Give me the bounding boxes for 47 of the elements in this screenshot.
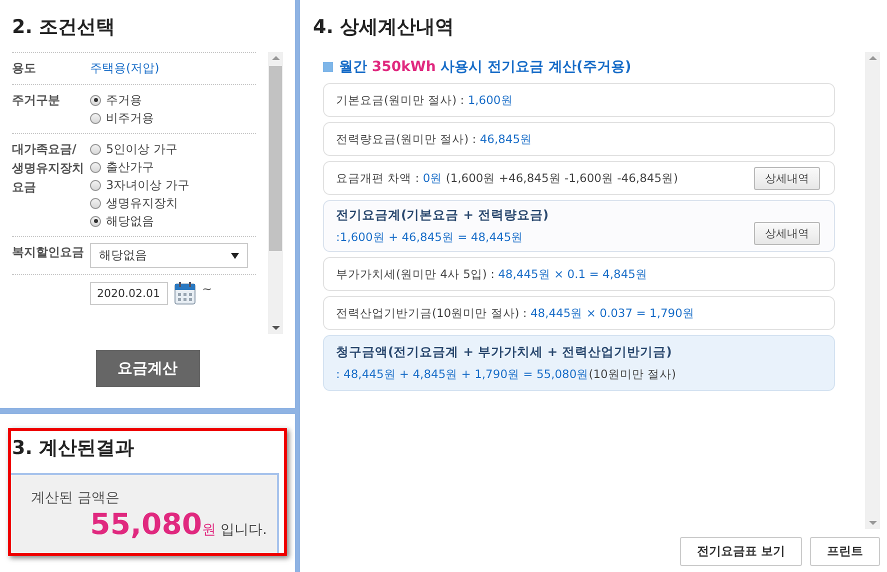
action-button[interactable]: 전기요금표 보기 [680, 537, 802, 566]
radio-option[interactable]: 출산가구 [90, 158, 256, 176]
radio-option[interactable]: 해당없음 [90, 212, 256, 230]
detail-text: 부가가치세(원미만 4사 5입) : 48,445원 × 0.1 = 4,845원 [336, 266, 648, 282]
radio-icon[interactable] [90, 216, 101, 226]
detail-text: :1,600원 + 46,845원 = 48,445원 [336, 230, 524, 245]
radio-icon[interactable] [90, 198, 101, 208]
field-label: 주거구분 [12, 93, 60, 107]
calculate-button[interactable]: 요금계산 [96, 350, 200, 387]
detail-heading: 전기요금계(기본요금 + 전력량요금) [336, 207, 549, 224]
radio-icon[interactable] [90, 112, 101, 124]
radio-icon[interactable] [90, 94, 101, 106]
radio-icon[interactable] [90, 162, 101, 172]
radio-icon[interactable] [90, 144, 101, 154]
radio-option[interactable]: 3자녀이상 가구 [90, 176, 256, 194]
detail-text: 전력량요금(원미만 절사) : 46,845원 [336, 132, 532, 146]
welfare-dropdown[interactable]: 해당없음 [90, 243, 248, 268]
radio-icon[interactable] [90, 180, 101, 190]
calendar-icon[interactable] [174, 281, 196, 305]
scrollbar[interactable] [865, 52, 880, 529]
detail-text: : 48,445원 + 4,845원 + 1,790원 = 55,080원(10원미만 절사) [336, 367, 676, 382]
field-label: 용도 [12, 61, 36, 75]
detail-text: 전력산업기반기금(10원미만 절사) : 48,445원 × 0.037 = 1,790원 [336, 306, 694, 320]
radio-option[interactable]: 주거용 [90, 91, 256, 109]
detail-text: 요금개편 차액 : 0원 (1,600원 +46,845원 -1,600원 -46,845원) [336, 170, 678, 186]
date-field[interactable]: 2020.02.01 [90, 282, 168, 304]
section-heading: 4. 상세계산내역 [313, 15, 456, 40]
radio-option[interactable]: 생명유지장치 [90, 194, 256, 212]
result-amount: 55,080원 입니다. [89, 507, 267, 541]
action-button[interactable]: 프린트 [810, 537, 880, 566]
calculation-title: 월간 350kWh 사용시 전기요금 계산(주거용) [339, 58, 632, 76]
field-label: 대가족요금/생명유지장치요금 [12, 142, 84, 194]
details-button[interactable]: 상세내역 [754, 166, 820, 190]
detail-text: 기본요금(원미만 절사) : 1,600원 [336, 92, 513, 108]
result-intro: 계산된 금액은 [31, 489, 120, 507]
range-separator: ~ [202, 281, 212, 297]
radio-option[interactable]: 비주거용 [90, 109, 256, 127]
detail-heading: 청구금액(전기요금계 + 부가가치세 + 전력산업기반기금) [336, 344, 673, 361]
section-heading: 3. 계산된결과 [11, 436, 136, 461]
caret-icon [231, 252, 239, 258]
field-label: 복지할인요금 [12, 245, 84, 259]
details-button[interactable]: 상세내역 [754, 222, 820, 245]
square-bullet-icon [323, 62, 333, 72]
usage-link[interactable]: 주택용(저압) [90, 59, 256, 78]
section-heading: 2. 조건선택 [12, 15, 116, 40]
radio-option[interactable]: 5인이상 가구 [90, 140, 256, 158]
scrollbar[interactable] [268, 52, 283, 334]
